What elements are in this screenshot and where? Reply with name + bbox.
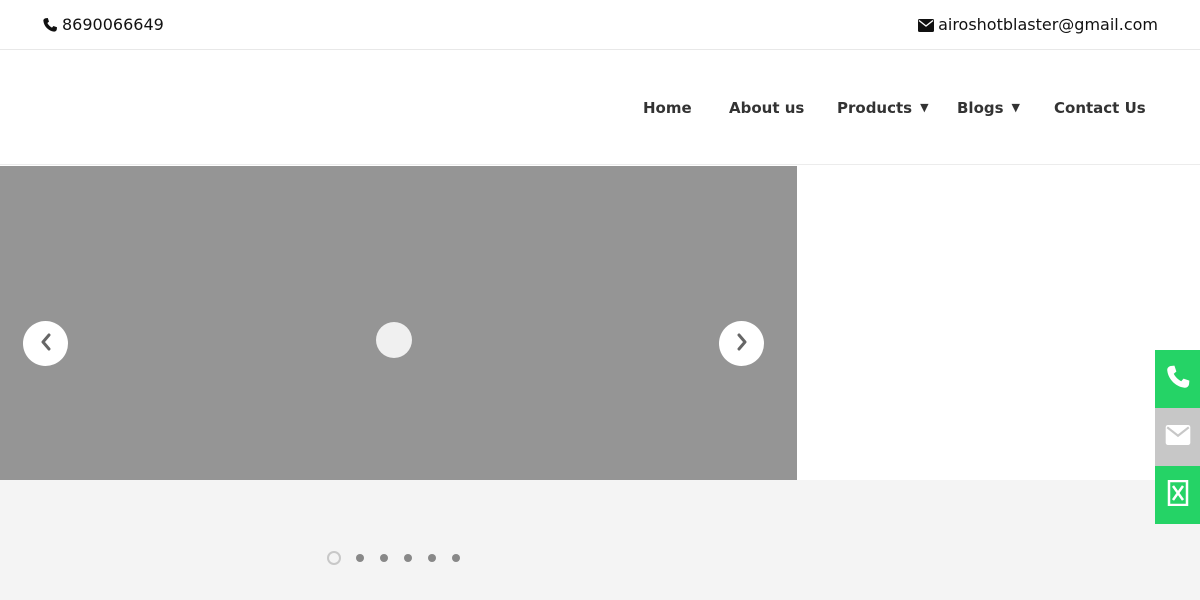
nav-item-blogs[interactable]: Blogs ▼ — [957, 98, 1020, 118]
floating-excel-button[interactable] — [1155, 466, 1200, 524]
nav-item-label: About us — [729, 99, 805, 117]
nav-item-label: Contact Us — [1054, 99, 1146, 117]
slider-prev-button[interactable] — [23, 321, 68, 366]
top-contact-bar: 8690066649 airoshotblaster@gmail.com — [0, 0, 1200, 50]
topbar-phone-number: 8690066649 — [62, 15, 164, 34]
topbar-email-address: airoshotblaster@gmail.com — [938, 15, 1158, 34]
phone-icon — [42, 17, 62, 33]
nav-item-contact-us[interactable]: Contact Us — [1054, 98, 1146, 118]
topbar-phone-link[interactable]: 8690066649 — [42, 14, 164, 36]
envelope-icon — [918, 18, 938, 32]
phone-icon — [1165, 364, 1191, 394]
slider-dot-4[interactable] — [404, 554, 412, 562]
floating-email-button[interactable] — [1155, 408, 1200, 466]
slider-next-button[interactable] — [719, 321, 764, 366]
slider-dot-1[interactable] — [327, 551, 341, 565]
hero-slider — [0, 166, 797, 480]
nav-item-products[interactable]: Products ▼ — [837, 98, 929, 118]
nav-item-about-us[interactable]: About us — [729, 98, 804, 118]
caret-down-icon: ▼ — [920, 101, 929, 114]
slider-dot-5[interactable] — [428, 554, 436, 562]
slider-side-panel — [797, 166, 1200, 480]
envelope-icon — [1165, 425, 1191, 449]
floating-contact-bar — [1155, 350, 1200, 524]
main-navigation: Home About us Products ▼ Blogs ▼ Contact… — [0, 51, 1200, 165]
slider-loading-indicator — [376, 322, 412, 358]
nav-item-label: Products — [837, 99, 913, 117]
chevron-left-icon — [39, 333, 53, 355]
excel-icon — [1167, 479, 1189, 510]
slider-dots-band — [0, 480, 1200, 600]
slider-pagination — [327, 551, 476, 565]
caret-down-icon: ▼ — [1011, 101, 1021, 114]
nav-item-label: Home — [643, 99, 692, 117]
slider-dot-2[interactable] — [356, 554, 364, 562]
slider-dot-3[interactable] — [380, 554, 388, 562]
floating-call-button[interactable] — [1155, 350, 1200, 408]
slider-dot-6[interactable] — [452, 554, 460, 562]
nav-item-label: Blogs — [957, 99, 1004, 117]
chevron-right-icon — [735, 333, 749, 355]
nav-item-home[interactable]: Home — [643, 98, 692, 118]
topbar-email-link[interactable]: airoshotblaster@gmail.com — [918, 14, 1158, 36]
